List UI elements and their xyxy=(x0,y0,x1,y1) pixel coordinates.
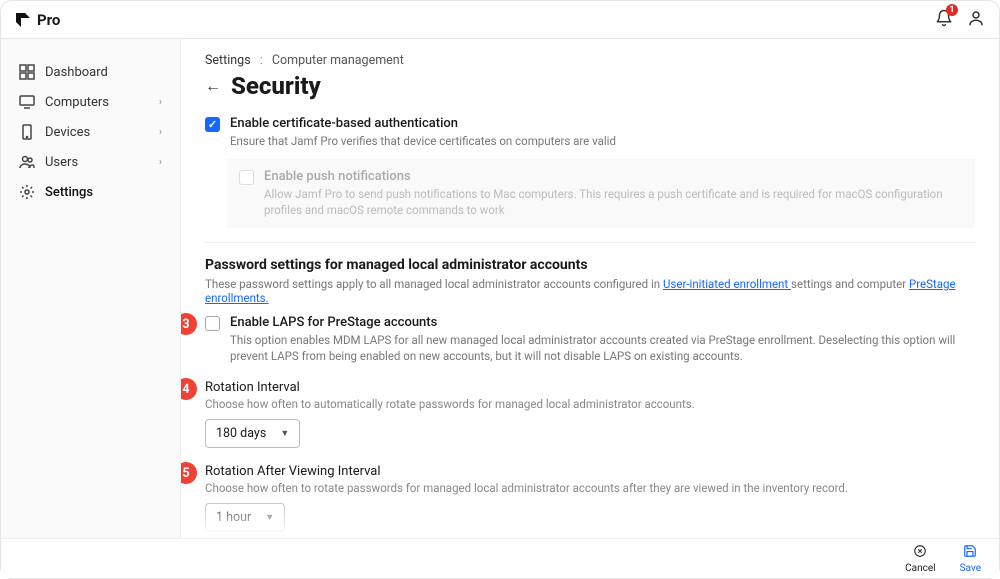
sidebar-label: Users xyxy=(45,155,78,170)
laps-checkbox[interactable] xyxy=(205,316,220,331)
page-title: Security xyxy=(231,72,321,100)
sidebar-item-computers[interactable]: Computers › xyxy=(11,87,170,117)
save-button[interactable]: Save xyxy=(960,544,981,574)
cancel-icon xyxy=(913,544,927,562)
cert-auth-label: Enable certificate-based authentication xyxy=(230,116,616,131)
computer-icon xyxy=(19,94,35,110)
sidebar-item-dashboard[interactable]: Dashboard xyxy=(11,57,170,87)
sidebar-item-users[interactable]: Users › xyxy=(11,147,170,177)
rotation-view-desc: Choose how often to rotate passwords for… xyxy=(205,481,975,495)
breadcrumb: Settings : Computer management xyxy=(205,53,975,68)
breadcrumb-leaf[interactable]: Computer management xyxy=(272,53,404,68)
password-section-title: Password settings for managed local admi… xyxy=(205,257,975,273)
push-notifications-box: Enable push notifications Allow Jamf Pro… xyxy=(227,159,975,228)
user-enrollment-link[interactable]: User-initiated enrollment xyxy=(663,277,791,291)
rotation-desc: Choose how often to automatically rotate… xyxy=(205,397,975,411)
account-button[interactable] xyxy=(967,9,985,31)
password-section-desc: These password settings apply to all man… xyxy=(205,277,975,305)
main-content: Settings : Computer management ← Securit… xyxy=(181,39,999,538)
users-icon xyxy=(19,154,35,170)
chevron-right-icon: › xyxy=(159,157,162,168)
gear-icon xyxy=(19,184,35,200)
rotation-view-label: Rotation After Viewing Interval xyxy=(205,464,975,479)
breadcrumb-sep: : xyxy=(260,53,263,68)
sidebar-label: Dashboard xyxy=(45,65,108,80)
laps-label: Enable LAPS for PreStage accounts xyxy=(230,315,975,330)
annotation-marker-4: 4 xyxy=(181,378,197,400)
device-icon xyxy=(19,124,35,140)
laps-desc: This option enables MDM LAPS for all new… xyxy=(230,332,975,364)
top-bar: Pro 1 xyxy=(1,1,999,39)
sidebar-label: Devices xyxy=(45,125,90,140)
breadcrumb-root[interactable]: Settings xyxy=(205,53,251,68)
chevron-right-icon: › xyxy=(159,127,162,138)
rotation-select[interactable]: 180 days ▼ xyxy=(205,419,300,448)
cancel-label: Cancel xyxy=(905,563,935,574)
sidebar-label: Computers xyxy=(45,95,109,110)
caret-down-icon: ▼ xyxy=(265,512,274,523)
rotation-value: 180 days xyxy=(216,426,266,441)
brand: Pro xyxy=(15,11,60,29)
brand-name: Pro xyxy=(37,11,60,29)
notifications-button[interactable]: 1 xyxy=(935,9,953,31)
chevron-right-icon: › xyxy=(159,97,162,108)
rotation-view-select[interactable]: 1 hour ▼ xyxy=(205,503,285,532)
cancel-button[interactable]: Cancel xyxy=(905,544,935,574)
dashboard-icon xyxy=(19,64,35,80)
rotation-view-value: 1 hour xyxy=(216,510,251,525)
logo-icon xyxy=(15,12,31,28)
push-desc: Allow Jamf Pro to send push notification… xyxy=(264,186,963,218)
caret-down-icon: ▼ xyxy=(280,428,289,439)
footer-bar: Cancel Save xyxy=(1,538,999,578)
annotation-marker-5: 5 xyxy=(181,462,197,484)
sidebar-item-settings[interactable]: Settings xyxy=(11,177,170,207)
sidebar-item-devices[interactable]: Devices › xyxy=(11,117,170,147)
cert-auth-desc: Ensure that Jamf Pro verifies that devic… xyxy=(230,133,616,149)
back-arrow-icon[interactable]: ← xyxy=(205,76,221,96)
push-checkbox xyxy=(239,170,254,185)
push-label: Enable push notifications xyxy=(264,169,963,184)
notification-badge: 1 xyxy=(946,4,958,16)
save-icon xyxy=(963,544,977,562)
annotation-marker-3: 3 xyxy=(181,313,197,335)
save-label: Save xyxy=(960,563,981,574)
topbar-actions: 1 xyxy=(935,9,985,31)
cert-auth-checkbox[interactable] xyxy=(205,117,220,132)
sidebar-label: Settings xyxy=(45,185,93,200)
sidebar: Dashboard Computers › Devices › xyxy=(1,39,181,538)
rotation-label: Rotation Interval xyxy=(205,380,975,395)
